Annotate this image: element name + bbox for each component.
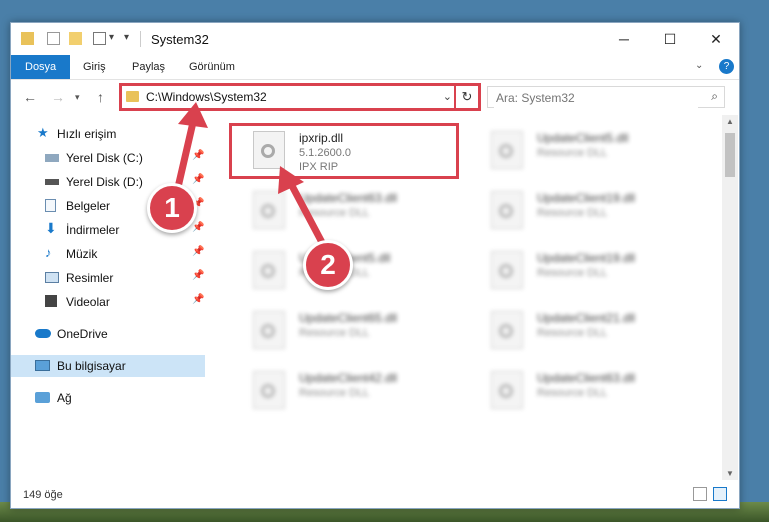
annotation-overlay [172, 102, 330, 254]
arrow-1 [172, 102, 208, 200]
callout-step-1: 1 [147, 183, 197, 233]
arrow-2 [278, 166, 330, 254]
callout-step-2: 2 [303, 240, 353, 290]
